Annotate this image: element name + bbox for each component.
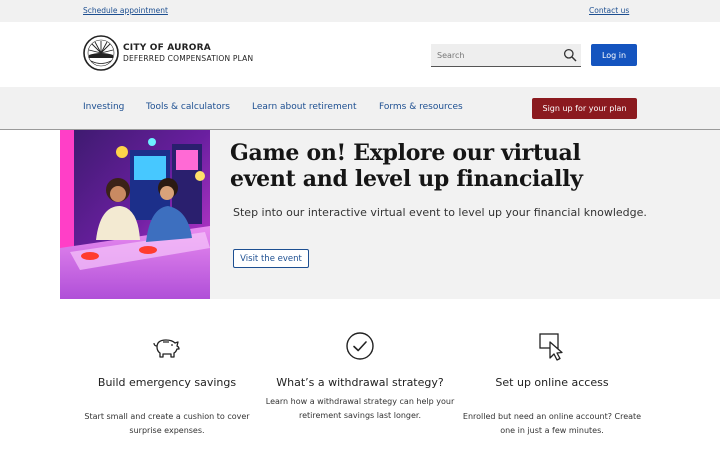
card-title: Build emergency savings (97, 376, 237, 389)
hero-title: Game on! Explore our virtual event and l… (230, 140, 583, 192)
card-text: Start small and create a cushion to cove… (84, 412, 250, 435)
nav-item-tools-calculators[interactable]: Tools & calculators (146, 102, 230, 112)
card-emergency-savings[interactable]: Build emergency savings Start small and … (72, 331, 262, 438)
nav-item-learn-about-retirement[interactable]: Learn about retirement (252, 102, 357, 112)
hero-description: Step into our interactive virtual event … (233, 206, 647, 219)
brand-wordmark[interactable]: CITY OF AURORA DEFERRED COMPENSATION PLA… (123, 43, 253, 64)
search-icon[interactable] (563, 48, 577, 62)
brand-subtitle: DEFERRED COMPENSATION PLAN (123, 54, 254, 63)
aurora-city-seal-icon[interactable] (83, 35, 119, 71)
visit-event-button[interactable]: Visit the event (233, 249, 309, 268)
search-input[interactable] (437, 48, 557, 63)
hero-photo (60, 130, 210, 299)
brand-name: CITY OF AURORA (123, 43, 211, 53)
checkmark-circle-icon (346, 332, 374, 360)
cursor-click-icon (539, 333, 563, 361)
utility-bar: Schedule appointment Contact us (0, 0, 720, 22)
piggy-bank-icon (153, 339, 180, 358)
card-title: Set up online access (495, 376, 609, 389)
card-text: Enrolled but need an online account? Cre… (462, 412, 642, 435)
card-title: What’s a withdrawal strategy? (276, 376, 444, 389)
schedule-appointment-link[interactable]: Schedule appointment (83, 6, 168, 15)
main-nav: Investing Tools & calculators Learn abou… (0, 87, 720, 130)
nav-item-forms-resources[interactable]: Forms & resources (379, 102, 463, 112)
nav-item-investing[interactable]: Investing (83, 102, 124, 112)
sign-up-button[interactable]: Sign up for your plan (532, 98, 637, 119)
search-box (431, 44, 581, 67)
card-text: Learn how a withdrawal strategy can help… (265, 397, 455, 420)
card-online-access[interactable]: Set up online access Enrolled but need a… (457, 331, 647, 438)
contact-us-link[interactable]: Contact us (589, 6, 629, 15)
login-button[interactable]: Log in (591, 44, 637, 66)
hero-banner: Game on! Explore our virtual event and l… (60, 130, 720, 299)
card-withdrawal-strategy[interactable]: What’s a withdrawal strategy? Learn how … (265, 331, 455, 423)
